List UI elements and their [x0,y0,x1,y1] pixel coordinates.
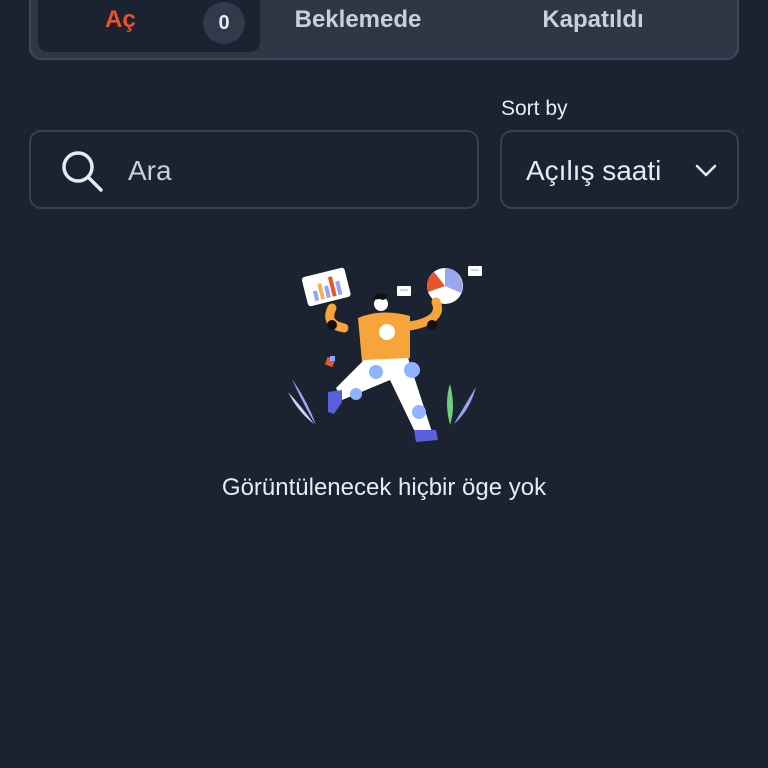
tab-pending-label: Beklemede [294,6,422,33]
sort-by-label: Sort by [501,97,568,120]
empty-state-message: Görüntülenecek hiçbir öge yok [221,474,547,501]
tab-pending[interactable]: Beklemede [268,0,448,52]
tab-closed[interactable]: Kapatıldı [493,0,693,52]
empty-state-illustration [288,266,482,442]
tab-open-count-badge: 0 [203,2,245,44]
status-tabs: Aç 0 Beklemede Kapatıldı [29,0,739,60]
sort-select[interactable]: Açılış saati [500,130,739,209]
chevron-down-icon [695,164,717,177]
tab-open-label: Aç [105,6,136,33]
search-box[interactable] [29,130,479,209]
tab-closed-label: Kapatıldı [542,6,644,33]
sort-selected-value: Açılış saati [526,155,662,186]
tab-open[interactable]: Aç 0 [38,0,260,52]
search-input[interactable] [126,146,460,196]
search-icon [62,151,103,192]
